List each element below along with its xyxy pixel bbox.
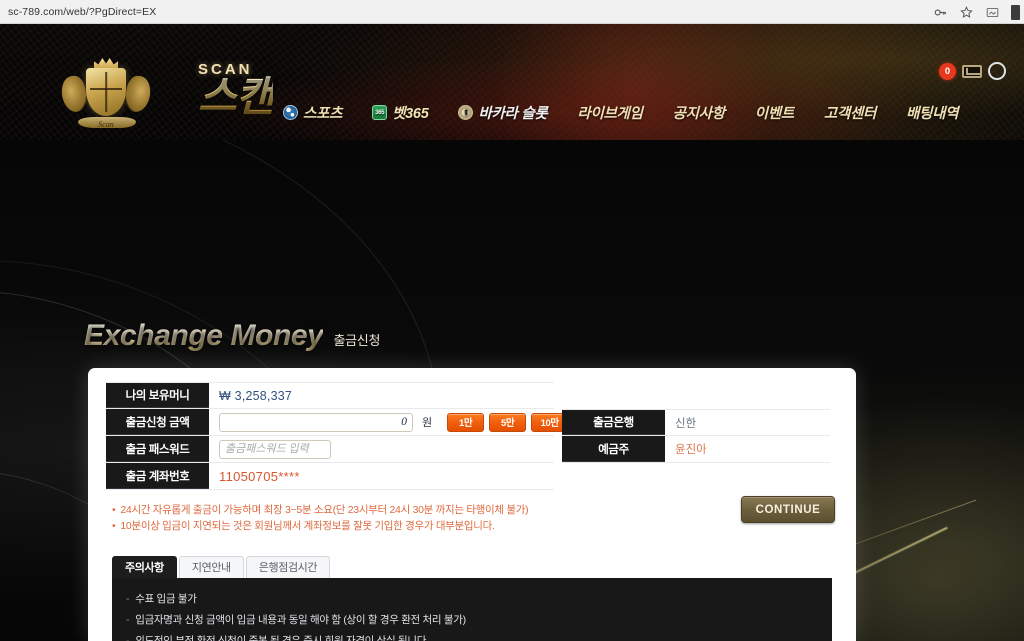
tab-delay-info[interactable]: 지연안내 <box>178 555 244 578</box>
tab-panel-text: 의도적인 부정 환전 신청이 중복 될 경우 즉시 회원 자격이 상실 됩니다. <box>135 634 429 641</box>
tab-panel-line: - 입금자명과 신청 금액이 입금 내용과 동일 해야 함 (상이 할 경우 환… <box>126 610 818 631</box>
nav-item-baccarat-slot[interactable]: 바카라 슬롯 <box>443 102 562 123</box>
dash-icon: - <box>126 613 130 626</box>
message-indicator[interactable]: 0 <box>939 62 1006 80</box>
balance-amount: ₩ 3,258,337 <box>219 388 293 403</box>
nav-item-bet365[interactable]: 벳365 <box>357 102 443 123</box>
page-title-english: Exchange Money <box>84 319 324 352</box>
browser-icon-group <box>933 0 1020 24</box>
tab-panel-line: - 수표 입금 불가 <box>126 589 818 610</box>
lion-left-icon <box>59 74 89 114</box>
lion-right-icon <box>123 74 153 114</box>
form-row-amount: 출금신청 금액 원 1만 5만 10만 30만 정정 <box>106 409 653 436</box>
form-value-account: 11050705**** <box>209 463 554 489</box>
form-value-bank: 신한 <box>665 410 830 435</box>
nav-label: 배팅내역 <box>906 106 959 122</box>
nav-label: 공지사항 <box>672 106 725 122</box>
note-text: 24시간 자유롭게 출금이 가능하며 최장 3~5분 소요(단 23시부터 24… <box>120 504 529 516</box>
form-left-column: 나의 보유머니 ₩ 3,258,337 출금신청 금액 원 1만 5만 <box>106 382 653 490</box>
nav-label: 스포츠 <box>303 106 343 122</box>
nav-label: 벳365 <box>392 106 429 122</box>
tab-panel-text: 수표 입금 불가 <box>135 592 197 605</box>
casino-chip-icon <box>458 105 474 120</box>
site-header: Scan SCAN 스캔 0 스포츠 벳365 바카라 슬롯 <box>0 24 1024 140</box>
form-row-holder: 예금주 윤진아 <box>562 436 830 463</box>
form-label-bank: 출금은행 <box>562 410 665 435</box>
form-row-balance: 나의 보유머니 ₩ 3,258,337 <box>106 382 554 409</box>
dash-icon: - <box>126 634 130 641</box>
shield-icon <box>86 68 126 116</box>
circle-icon[interactable] <box>988 62 1006 80</box>
main-nav: 스포츠 벳365 바카라 슬롯 라이브게임 공지사항 이벤트 고객센터 <box>283 102 973 123</box>
brand-text: SCAN 스캔 <box>198 61 274 120</box>
tab-panel-text: 입금자명과 신청 금액이 입금 내용과 동일 해야 함 (상이 할 경우 환전 … <box>135 613 466 626</box>
form-row-password: 출금 패스워드 <box>106 436 554 463</box>
tab-panel-content: - 수표 입금 불가 - 입금자명과 신청 금액이 입금 내용과 동일 해야 함… <box>112 577 832 641</box>
url-bar[interactable]: sc-789.com/web/?PgDirect=EX <box>8 6 156 18</box>
form-label-password: 출금 패스워드 <box>106 436 209 462</box>
info-tabs: 주의사항 지연안내 은행점검시간 <box>106 555 838 578</box>
bullet-icon: • <box>112 504 116 516</box>
tab-bank-maintenance[interactable]: 은행점검시간 <box>245 555 331 578</box>
nav-item-sports[interactable]: 스포츠 <box>283 102 357 123</box>
account-holder: 윤진아 <box>675 444 707 456</box>
form-value-password <box>209 436 554 462</box>
menu-icon[interactable] <box>1011 4 1020 20</box>
withdraw-amount-input[interactable] <box>219 412 413 432</box>
nav-label: 이벤트 <box>754 106 794 122</box>
form-label-balance: 나의 보유머니 <box>106 383 209 408</box>
note-item: • 24시간 자유롭게 출금이 가능하며 최장 3~5분 소요(단 23시부터 … <box>112 502 741 518</box>
nav-label: 라이브게임 <box>577 106 643 122</box>
note-item: • 10분이상 입금이 지연되는 것은 회원님께서 계좌정보를 잘못 기입한 경… <box>112 518 741 534</box>
form-label-holder: 예금주 <box>562 436 665 462</box>
dash-icon: - <box>126 592 130 605</box>
star-icon[interactable] <box>959 5 973 19</box>
nav-item-betting-history[interactable]: 배팅내역 <box>891 102 973 123</box>
nav-label: 바카라 슬롯 <box>478 106 548 122</box>
notes-section: • 24시간 자유롭게 출금이 가능하며 최장 3~5분 소요(단 23시부터 … <box>106 496 838 535</box>
brand-korean: 스캔 <box>198 72 274 120</box>
form-label-amount: 출금신청 금액 <box>106 409 209 435</box>
continue-button[interactable]: CONTINUE <box>741 496 835 523</box>
account-info-bar: 보유금액 : ₩ 3,258,337 포인트 : 0 p 입금신청 출금신청 <box>0 136 1024 140</box>
tab-precautions[interactable]: 주의사항 <box>112 555 177 578</box>
page-body: Exchange Money 출금신청 나의 보유머니 ₩ 3,258,337 … <box>0 140 1024 641</box>
nav-item-notice[interactable]: 공지사항 <box>658 102 740 123</box>
envelope-icon[interactable] <box>962 64 982 78</box>
won-unit-label: 원 <box>422 417 433 429</box>
ribbon-text: Scan <box>98 120 114 129</box>
form-value-balance: ₩ 3,258,337 <box>209 383 554 408</box>
form-label-account: 출금 계좌번호 <box>106 463 209 489</box>
message-count-badge: 0 <box>939 62 956 80</box>
account-number: 11050705**** <box>219 468 300 484</box>
quick-amount-50k[interactable]: 5만 <box>489 412 527 432</box>
page-title-korean: 출금신청 <box>333 333 381 348</box>
bank-name: 신한 <box>675 417 697 430</box>
withdraw-password-input[interactable] <box>219 439 331 459</box>
nav-item-live-game[interactable]: 라이브게임 <box>562 102 657 123</box>
crest-icon: Scan <box>59 54 153 130</box>
nav-label: 고객센터 <box>823 106 877 122</box>
content-panel: 나의 보유머니 ₩ 3,258,337 출금신청 금액 원 1만 5만 <box>88 368 856 641</box>
soccer-ball-icon <box>283 105 298 120</box>
bet365-icon <box>372 105 388 120</box>
key-icon[interactable] <box>933 5 947 19</box>
note-text: 10분이상 입금이 지연되는 것은 회원님께서 계좌정보를 잘못 기입한 경우가… <box>120 520 495 533</box>
page-root: Scan SCAN 스캔 0 스포츠 벳365 바카라 슬롯 <box>0 24 1024 641</box>
form-right-column: 출금은행 신한 예금주 윤진아 <box>562 382 830 463</box>
site-logo[interactable]: Scan SCAN 스캔 <box>59 54 274 130</box>
nav-item-event[interactable]: 이벤트 <box>740 102 809 123</box>
nav-item-customer-center[interactable]: 고객센터 <box>809 102 891 123</box>
quick-amount-10k[interactable]: 1만 <box>447 412 485 432</box>
browser-toolbar: sc-789.com/web/?PgDirect=EX <box>0 0 1024 24</box>
withdraw-form: 나의 보유머니 ₩ 3,258,337 출금신청 금액 원 1만 5만 <box>106 382 838 490</box>
notes-list: • 24시간 자유롭게 출금이 가능하며 최장 3~5분 소요(단 23시부터 … <box>106 502 741 535</box>
extension-icon[interactable] <box>985 5 999 19</box>
page-title: Exchange Money 출금신청 <box>84 321 380 351</box>
form-value-holder: 윤진아 <box>665 436 830 462</box>
tab-panel-line: - 의도적인 부정 환전 신청이 중복 될 경우 즉시 회원 자격이 상실 됩니… <box>126 631 818 641</box>
form-row-bank: 출금은행 신한 <box>562 409 830 436</box>
bullet-icon: • <box>112 520 116 533</box>
form-row-account: 출금 계좌번호 11050705**** <box>106 463 554 490</box>
